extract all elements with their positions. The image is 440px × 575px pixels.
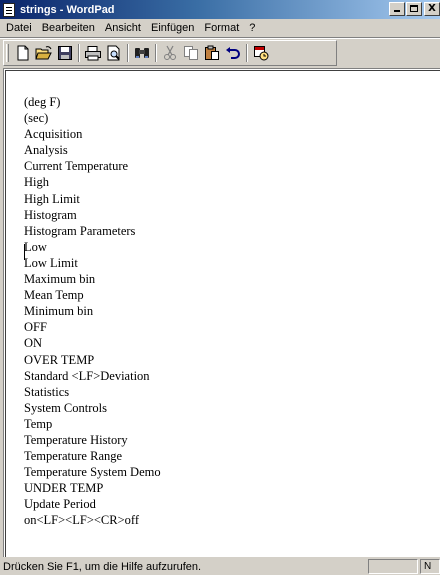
clipboard-icon (205, 45, 219, 60)
menu-einfuegen[interactable]: Einfügen (146, 22, 199, 34)
text-line: ON (24, 336, 43, 351)
status-pane-blank (368, 559, 418, 574)
window-title: strings - WordPad (20, 3, 115, 16)
text-line: System Controls (24, 400, 107, 415)
maximize-button[interactable] (406, 2, 422, 16)
toolbar (3, 40, 337, 66)
title-bar[interactable]: strings - WordPad X (0, 0, 440, 19)
menu-datei[interactable]: Datei (0, 22, 37, 34)
text-line: Maximum bin (24, 272, 96, 287)
status-text: Drücken Sie F1, um die Hilfe aufzurufen. (3, 560, 202, 573)
text-line: Statistics (24, 384, 70, 399)
minimize-button[interactable] (389, 2, 405, 16)
minimize-icon (394, 10, 400, 12)
scissors-icon (164, 45, 176, 60)
open-button[interactable] (34, 43, 54, 63)
text-line: Current Temperature (24, 159, 129, 174)
toolbar-separator (127, 44, 129, 62)
text-line: Minimum bin (24, 304, 94, 319)
text-line: Mean Temp (24, 288, 84, 303)
menu-bar: Datei Bearbeiten Ansicht Einfügen Format… (0, 19, 440, 37)
text-line: Histogram (24, 207, 77, 222)
text-line: Low Limit (24, 255, 78, 270)
maximize-icon (410, 5, 418, 12)
toolbar-divider (0, 37, 440, 39)
text-line: Temperature System Demo (24, 465, 161, 480)
text-line: Low (24, 239, 47, 254)
menu-bearbeiten[interactable]: Bearbeiten (37, 22, 100, 34)
document-text[interactable]: (deg F) (sec) Acquisition Analysis Curre… (24, 94, 161, 529)
text-line: High (24, 175, 49, 190)
copy-icon (184, 46, 198, 60)
document-area[interactable]: (deg F) (sec) Acquisition Analysis Curre… (3, 68, 440, 557)
text-line: Temperature History (24, 432, 128, 447)
text-line: High Limit (24, 191, 80, 206)
menu-format[interactable]: Format (199, 22, 244, 34)
print-preview-icon (107, 45, 120, 61)
text-line: Histogram Parameters (24, 223, 136, 238)
text-line: Temp (24, 416, 53, 431)
text-line: Standard <LF>Deviation (24, 368, 150, 383)
copy-button[interactable] (181, 43, 201, 63)
print-button[interactable] (83, 43, 103, 63)
close-icon: X (428, 3, 436, 14)
text-caret (24, 244, 25, 260)
save-button[interactable] (55, 43, 75, 63)
find-button[interactable] (132, 43, 152, 63)
cut-button[interactable] (160, 43, 180, 63)
text-line: Analysis (24, 143, 68, 158)
menu-help[interactable]: ? (244, 22, 260, 34)
text-line: Update Period (24, 497, 96, 512)
text-line: Acquisition (24, 127, 83, 142)
window-controls: X (388, 2, 440, 16)
text-line: Temperature Range (24, 449, 123, 464)
status-pane-num: N (420, 559, 440, 574)
undo-arrow-icon (226, 47, 240, 59)
insert-date-time-button[interactable] (251, 43, 271, 63)
text-line: (deg F) (24, 95, 61, 109)
paste-button[interactable] (202, 43, 222, 63)
text-line: (sec) (24, 111, 49, 126)
open-folder-icon (35, 46, 52, 60)
new-document-icon (17, 45, 29, 61)
new-button[interactable] (13, 43, 33, 63)
text-line: on<LF><LF><CR>off (24, 513, 139, 528)
undo-button[interactable] (223, 43, 243, 63)
toolbar-separator (78, 44, 80, 62)
menu-ansicht[interactable]: Ansicht (100, 22, 146, 34)
close-button[interactable]: X (424, 2, 440, 16)
print-preview-button[interactable] (104, 43, 124, 63)
text-line: UNDER TEMP (24, 481, 104, 496)
text-line: OFF (24, 320, 47, 335)
printer-icon (85, 46, 101, 61)
text-line: OVER TEMP (24, 352, 95, 367)
toolbar-separator (246, 44, 248, 62)
wordpad-document-icon[interactable] (3, 2, 15, 17)
calendar-clock-icon (254, 46, 269, 61)
status-bar: Drücken Sie F1, um die Hilfe aufzurufen.… (0, 558, 440, 575)
toolbar-separator (155, 44, 157, 62)
floppy-disk-icon (58, 46, 72, 60)
binoculars-icon (135, 48, 149, 58)
toolbar-grip[interactable] (6, 44, 9, 62)
